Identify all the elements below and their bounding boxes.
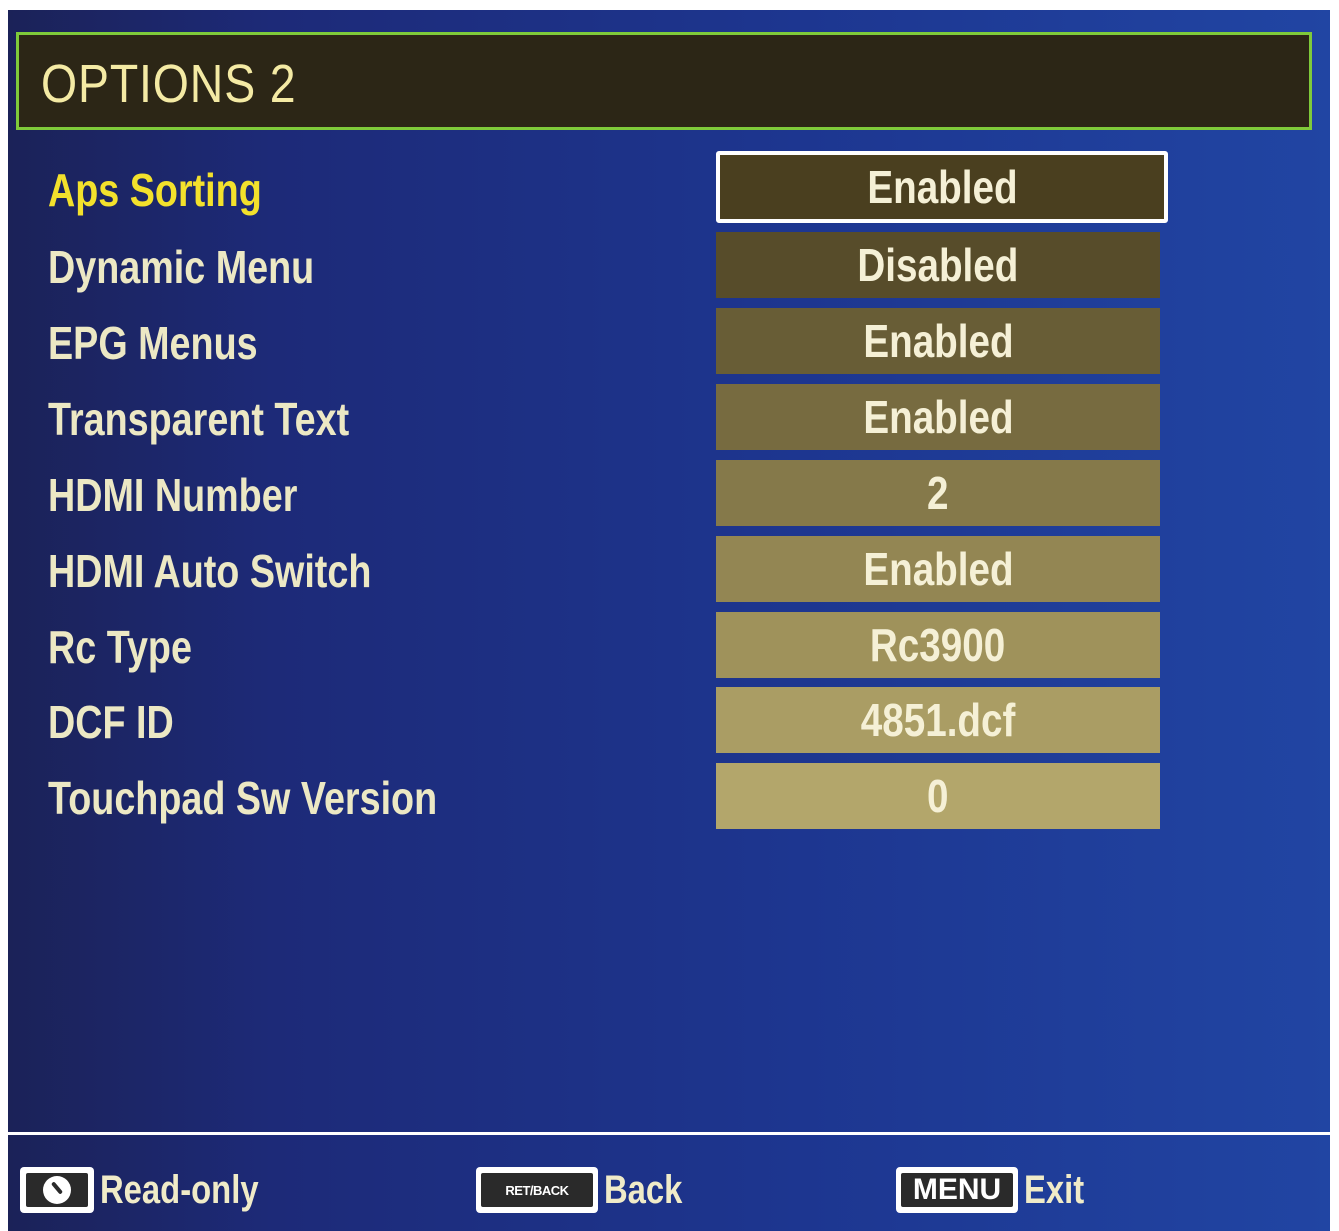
tv-menu-screen: OPTIONS 2 Aps Sorting Enabled Dynamic Me… [8,10,1330,1231]
value-box[interactable]: Rc3900 [716,612,1160,678]
footer-exit-label: Exit [1024,1167,1085,1212]
menu-row-rc-type[interactable]: Rc Type Rc3900 [8,612,1330,682]
ret-back-key-label: RET/BACK [481,1173,593,1207]
row-label: Aps Sorting [48,164,262,216]
row-value: Enabled [866,161,1018,213]
menu-key-label: MENU [901,1173,1013,1207]
row-value: 0 [927,770,949,822]
title-bar: OPTIONS 2 [16,32,1312,130]
page-title: OPTIONS 2 [41,54,297,114]
circle-slash-icon [43,1176,71,1204]
value-box[interactable]: Enabled [716,151,1168,223]
row-label: EPG Menus [48,317,258,369]
row-value: Enabled [862,543,1014,595]
footer-divider [8,1132,1330,1135]
footer-back-label: Back [604,1167,683,1212]
row-label: Transparent Text [48,393,350,445]
value-box[interactable]: Enabled [716,384,1160,450]
readonly-key [20,1167,94,1213]
menu-row-dcf-id[interactable]: DCF ID 4851.dcf [8,687,1330,757]
row-label: HDMI Auto Switch [48,545,372,597]
row-label: HDMI Number [48,469,298,521]
row-label: Dynamic Menu [48,241,315,293]
row-value: 2 [927,467,949,519]
row-value: Enabled [862,315,1014,367]
menu-row-epg-menus[interactable]: EPG Menus Enabled [8,308,1330,378]
value-box[interactable]: 0 [716,763,1160,829]
footer-readonly-label: Read-only [100,1167,259,1212]
value-box[interactable]: Disabled [716,232,1160,298]
row-value: Rc3900 [870,619,1006,671]
footer-exit[interactable]: MENU Exit [896,1166,1097,1214]
row-label: Touchpad Sw Version [48,772,438,824]
value-box[interactable]: 2 [716,460,1160,526]
menu-key[interactable]: MENU [896,1167,1018,1213]
menu-row-hdmi-auto-switch[interactable]: HDMI Auto Switch Enabled [8,536,1330,606]
row-label: Rc Type [48,621,192,673]
ret-back-key[interactable]: RET/BACK [476,1167,598,1213]
value-box[interactable]: Enabled [716,536,1160,602]
menu-row-transparent-text[interactable]: Transparent Text Enabled [8,384,1330,454]
row-value: 4851.dcf [860,694,1016,746]
value-box[interactable]: Enabled [716,308,1160,374]
row-value: Disabled [857,239,1019,291]
value-box[interactable]: 4851.dcf [716,687,1160,753]
menu-row-aps-sorting[interactable]: Aps Sorting Enabled [8,151,1330,225]
menu-row-hdmi-number[interactable]: HDMI Number 2 [8,460,1330,530]
row-value: Enabled [862,391,1014,443]
menu-row-dynamic-menu[interactable]: Dynamic Menu Disabled [8,232,1330,302]
footer-readonly: Read-only [20,1166,293,1214]
row-label: DCF ID [48,696,174,748]
menu-row-touchpad-sw-version[interactable]: Touchpad Sw Version 0 [8,763,1330,833]
footer-back[interactable]: RET/BACK Back [476,1166,700,1214]
